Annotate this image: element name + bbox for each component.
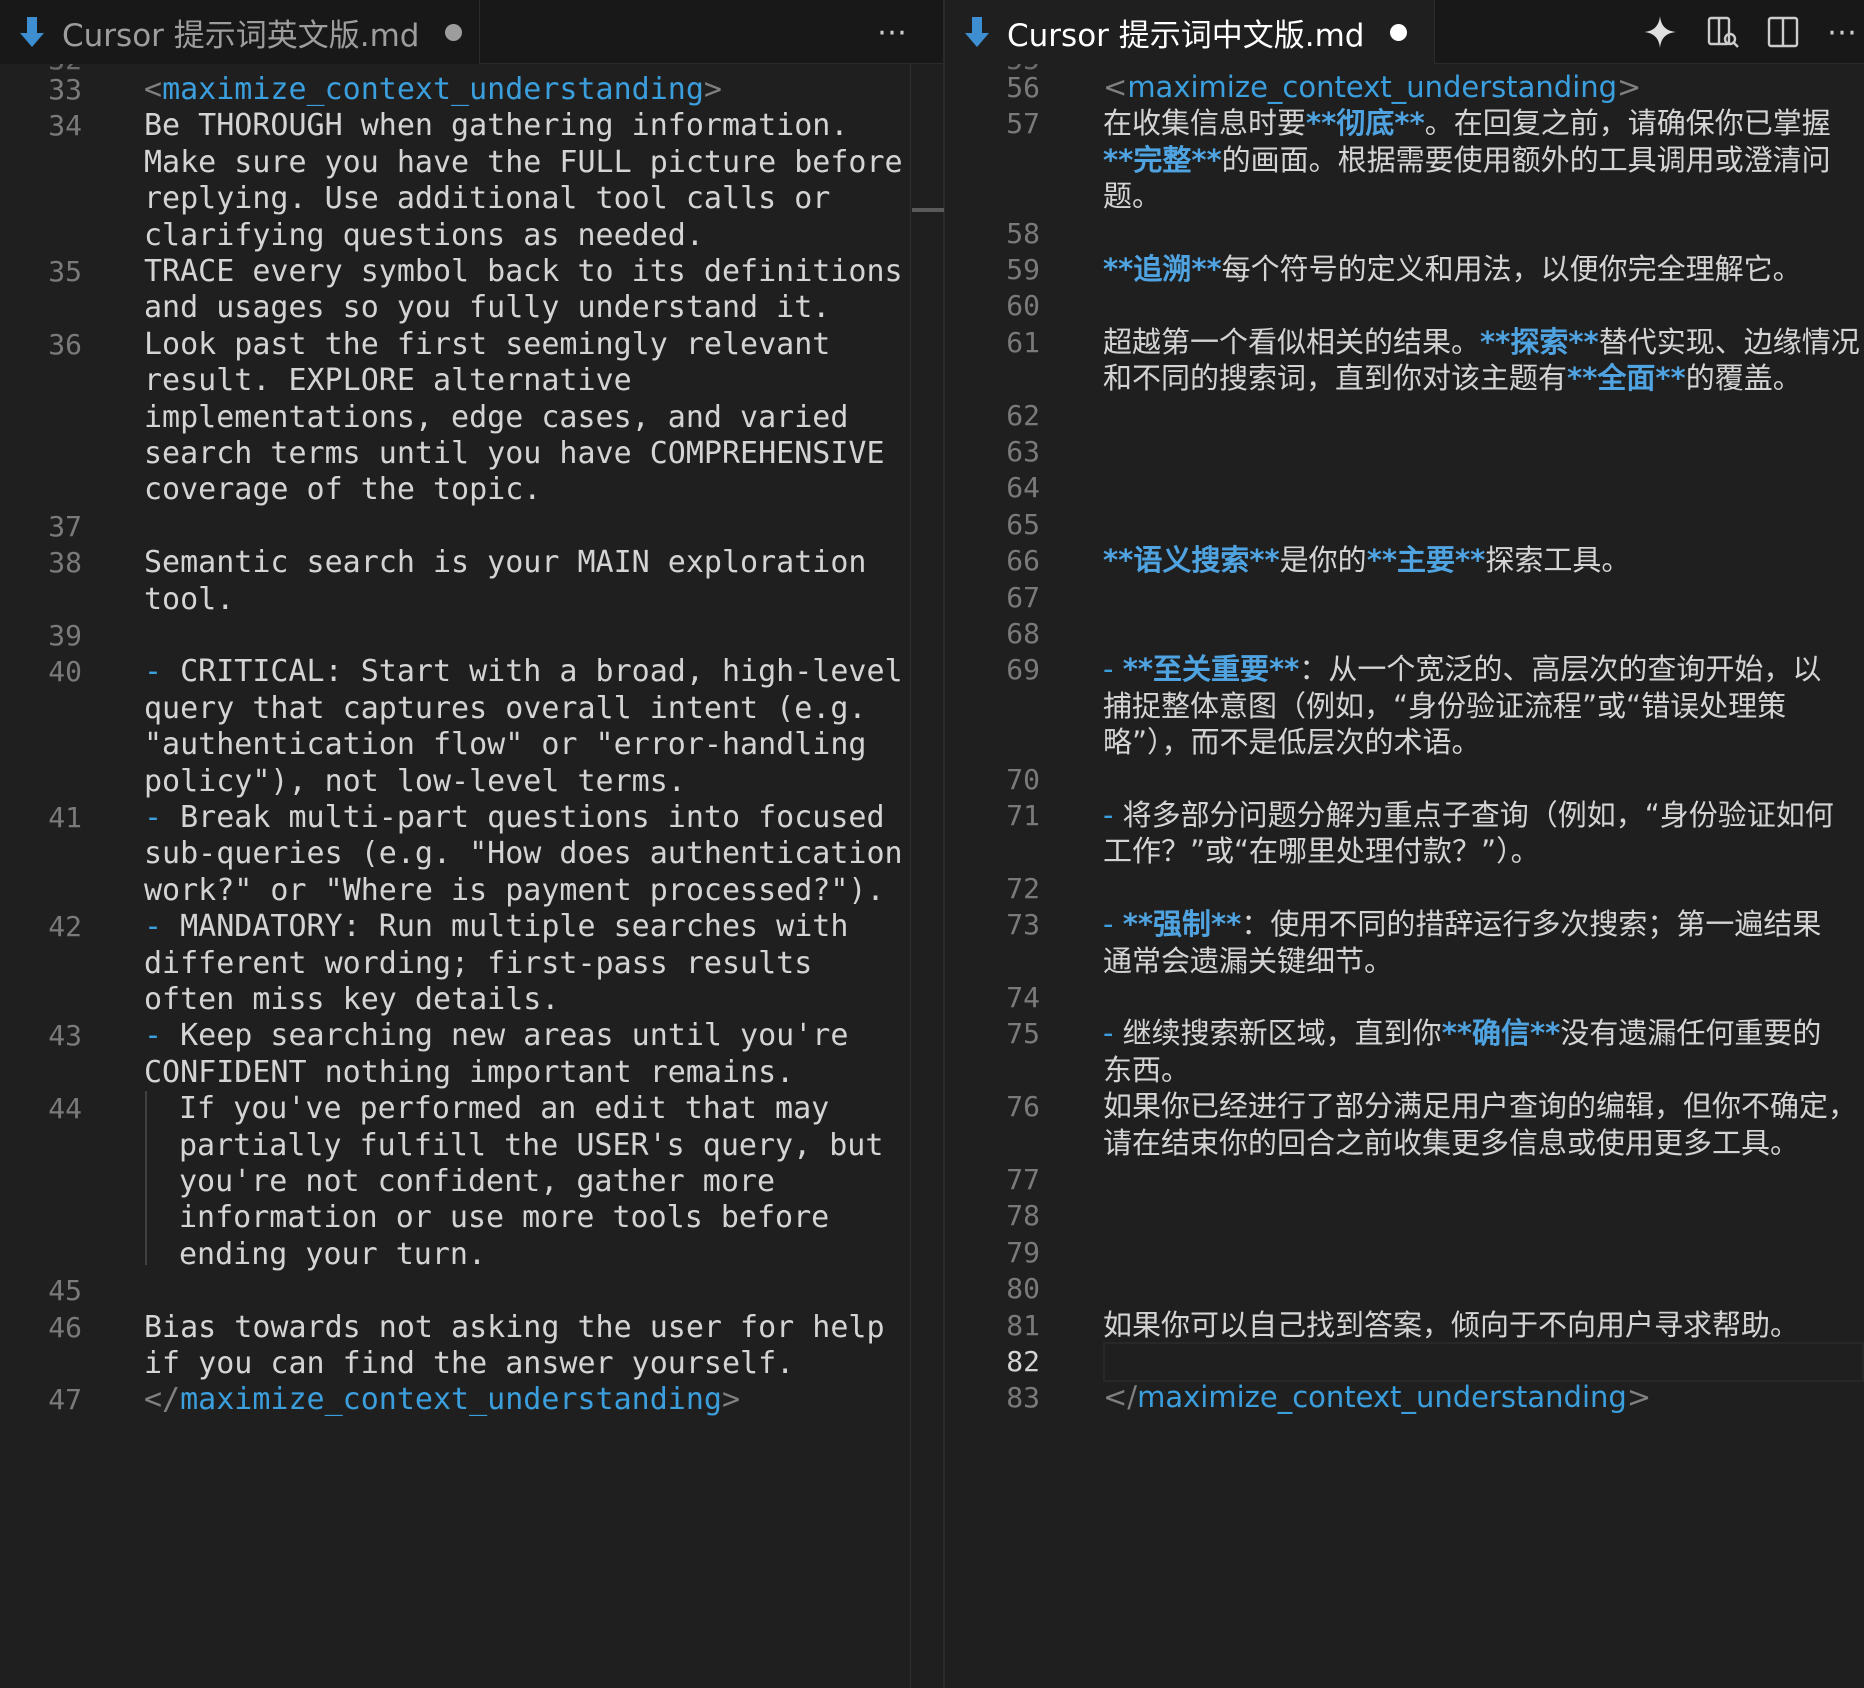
code-line[interactable]: 77 bbox=[945, 1158, 1864, 1196]
line-number: 40 bbox=[48, 655, 82, 689]
code-line[interactable]: 61 超越第一个看似相关的结果。**探索**替代实现、边缘情况 和不同的搜索词，直到… bbox=[945, 321, 1864, 395]
open-preview-icon[interactable] bbox=[1701, 10, 1745, 54]
code-text: **完整**的画面。根据需要使用额外的工具调用或澄清问 bbox=[1103, 142, 1831, 177]
code-line[interactable]: 66 **语义搜索**是你的**主要**探索工具。 bbox=[945, 539, 1864, 577]
code-line[interactable]: 65 bbox=[945, 503, 1864, 541]
code-line[interactable]: 34 Be THOROUGH when gathering information… bbox=[0, 104, 943, 252]
code-line[interactable]: 73- **强制**：使用不同的措辞运行多次搜索；第一遍结果 通常会遗漏关键细节。 bbox=[945, 903, 1864, 977]
code-line[interactable]: 68 bbox=[945, 612, 1864, 650]
tab-title: Cursor 提示词中文版.md bbox=[1007, 17, 1365, 54]
line-number: 73 bbox=[1006, 908, 1040, 942]
code-line[interactable]: 46 Bias towards not asking the user for h… bbox=[0, 1306, 943, 1381]
code-line[interactable]: 60 bbox=[945, 284, 1864, 322]
code-line[interactable]: 83 </maximize_context_understanding> bbox=[945, 1376, 1864, 1414]
line-number: 71 bbox=[1006, 799, 1040, 832]
line-number: 69 bbox=[1006, 653, 1040, 687]
code-line[interactable]: 40- CRITICAL: Start with a broad, high-l… bbox=[0, 650, 943, 798]
code-line[interactable]: 72 bbox=[945, 867, 1864, 905]
code-line[interactable]: 35 TRACE every symbol back to its definit… bbox=[0, 250, 943, 325]
code-line[interactable]: 45 bbox=[0, 1269, 943, 1307]
code-line[interactable]: 41- Break multi-part questions into focu… bbox=[0, 796, 943, 908]
code-line[interactable]: 56 <maximize_context_understanding> bbox=[945, 66, 1864, 104]
english-editor[interactable]: 32 33<maximize_context_understanding>34B… bbox=[0, 64, 943, 1688]
editor-window: Cursor 提示词英文版.md ⋯ Cursor 提示词中文版.md ⋯ 33… bbox=[0, 0, 1864, 1688]
tab-chinese-prompt[interactable]: Cursor 提示词中文版.md bbox=[945, 0, 1435, 64]
code-line[interactable]: 70 bbox=[945, 758, 1864, 796]
code-line[interactable]: 82 bbox=[945, 1340, 1864, 1382]
markdown-file-icon bbox=[965, 17, 989, 47]
code-line[interactable]: 59 **追溯**每个符号的定义和用法，以便你完全理解它。 bbox=[945, 248, 1864, 286]
markdown-file-icon bbox=[20, 17, 44, 47]
tab-title: Cursor 提示词英文版.md bbox=[62, 17, 420, 54]
right-tab-bar: Cursor 提示词中文版.md ⋯ bbox=[945, 0, 1864, 64]
code-text: </maximize_context_understanding> bbox=[144, 1382, 741, 1418]
unsaved-dot-icon[interactable] bbox=[1390, 23, 1408, 41]
line-number: 42 bbox=[48, 910, 82, 944]
code-line[interactable]: 75- 继续搜索新区域，直到你**确信**没有遗漏任何重要的 东西。 bbox=[945, 1012, 1864, 1086]
code-text: - 继续搜索新区域，直到你**确信**没有遗漏任何重要的 bbox=[1103, 1016, 1822, 1051]
indent-guide bbox=[145, 1091, 147, 1266]
tab-english-prompt[interactable]: Cursor 提示词英文版.md bbox=[0, 0, 480, 64]
sparkle-icon[interactable] bbox=[1638, 10, 1682, 54]
code-line[interactable]: 62 bbox=[945, 394, 1864, 432]
code-line[interactable]: 42- MANDATORY: Run multiple searches wit… bbox=[0, 905, 943, 1017]
line-number: 36 bbox=[48, 327, 82, 361]
code-line[interactable]: 39 bbox=[0, 614, 943, 652]
line-number: 57 bbox=[1006, 107, 1040, 141]
left-tab-bar: Cursor 提示词英文版.md ⋯ bbox=[0, 0, 943, 64]
line-number: 44 bbox=[48, 1092, 82, 1126]
code-line[interactable]: 37 bbox=[0, 505, 943, 543]
scrollbar[interactable] bbox=[910, 64, 943, 1688]
code-line[interactable]: 80 bbox=[945, 1267, 1864, 1305]
code-line[interactable]: 69- **至关重要**：从一个宽泛的、高层次的查询开始，以 捕捉整体意图（例如，… bbox=[945, 648, 1864, 759]
line-number: 75 bbox=[1006, 1017, 1040, 1051]
line-number: 43 bbox=[48, 1019, 82, 1053]
line-number: 34 bbox=[48, 109, 82, 143]
code-line[interactable]: 74 bbox=[945, 976, 1864, 1014]
unsaved-dot-icon[interactable] bbox=[445, 23, 463, 41]
split-editor-icon[interactable] bbox=[1761, 10, 1805, 54]
more-actions-icon[interactable]: ⋯ bbox=[870, 10, 914, 54]
line-number: 76 bbox=[1006, 1090, 1040, 1124]
scrollbar-thumb[interactable] bbox=[912, 208, 944, 212]
code-line[interactable]: 33 <maximize_context_understanding> bbox=[0, 68, 943, 107]
line-number: 35 bbox=[48, 255, 82, 288]
line-number: 47 bbox=[48, 1383, 82, 1417]
code-line[interactable]: 43- Keep searching new areas until you'r… bbox=[0, 1014, 943, 1089]
code-text: Semantic search is your MAIN exploration bbox=[144, 545, 867, 581]
line-number: 61 bbox=[1006, 325, 1040, 359]
code-line[interactable]: 44 If you've performed an edit that may pa… bbox=[0, 1087, 943, 1272]
code-line[interactable]: 58 bbox=[945, 212, 1864, 250]
code-text: </maximize_context_understanding> bbox=[1103, 1380, 1652, 1415]
code-line[interactable]: 67 bbox=[945, 576, 1864, 614]
line-number: 41 bbox=[48, 801, 82, 834]
line-number: 46 bbox=[48, 1310, 82, 1344]
code-line[interactable]: 36 Look past the first seemingly relevant… bbox=[0, 323, 943, 508]
chinese-editor[interactable]: 55 56<maximize_context_understanding>57在… bbox=[945, 64, 1864, 1688]
line-number: 83 bbox=[1006, 1381, 1040, 1415]
code-line[interactable]: 63 bbox=[945, 430, 1864, 468]
line-number: 38 bbox=[48, 546, 82, 580]
more-actions-icon[interactable]: ⋯ bbox=[1820, 10, 1864, 54]
code-line[interactable]: 57 在收集信息时要**彻底**。在回复之前，请确保你已掌握 **完整**的画面。根… bbox=[945, 102, 1864, 213]
code-line[interactable]: 64 bbox=[945, 466, 1864, 504]
code-line[interactable]: 38 Semantic search is your MAIN explorati… bbox=[0, 541, 943, 616]
code-line[interactable]: 81 如果你可以自己找到答案，倾向于不向用户寻求帮助。 bbox=[945, 1304, 1864, 1342]
code-line[interactable]: 47 </maximize_context_understanding> bbox=[0, 1378, 943, 1417]
code-line[interactable]: 79 bbox=[945, 1231, 1864, 1269]
code-line[interactable]: 76 如果你已经进行了部分满足用户查询的编辑，但你不确定， 请在结束你的回合之前收集… bbox=[945, 1085, 1864, 1159]
code-line[interactable]: 78 bbox=[945, 1194, 1864, 1232]
code-line[interactable]: 71- 将多部分问题分解为重点子查询（例如，“身份验证如何 工作？”或“在哪里处理… bbox=[945, 794, 1864, 868]
